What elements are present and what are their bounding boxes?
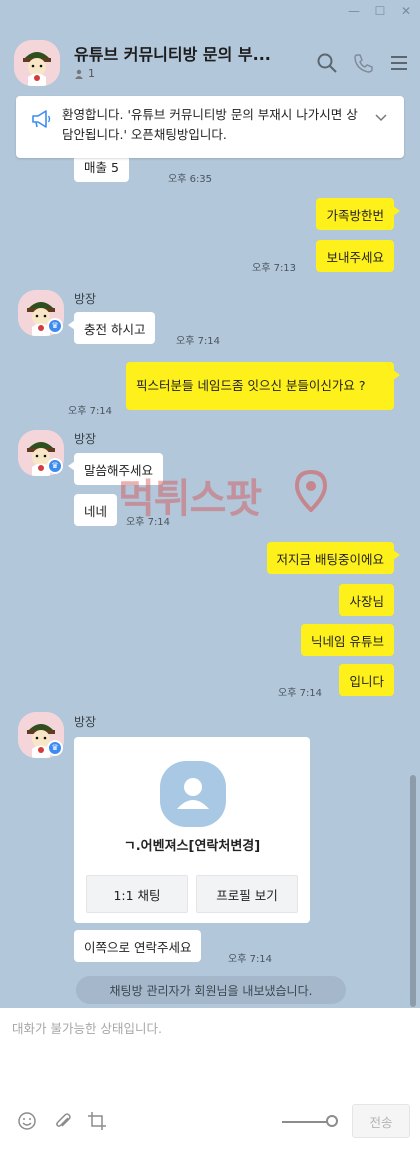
my-message-bubble[interactable]: 사장님 (339, 584, 394, 616)
member-count[interactable]: 1 (74, 67, 95, 80)
person-icon (75, 69, 83, 79)
sender-name: 방장 (74, 432, 97, 446)
owner-crown-icon: ♛ (47, 318, 63, 334)
notice-banner[interactable]: 환영합니다. '유튜브 커뮤니티방 문의 부재시 나가시면 상담안됩니다.' 오… (16, 96, 404, 158)
owner-crown-icon: ♛ (47, 458, 63, 474)
message-text: 저지금 배팅중이에요 (276, 551, 384, 567)
message-text: 가족방한번 (326, 207, 384, 223)
megaphone-icon (30, 108, 52, 130)
message-composer: 전송 (0, 1008, 420, 1149)
message-text: 픽스터분들 네임드좀 잇으신 분들이신가요 ? (136, 378, 366, 393)
chat-header: 유튜브 커뮤니티방 문의 부... 1 (0, 22, 420, 98)
location-pin-icon (294, 469, 328, 513)
capture-icon[interactable] (86, 1110, 108, 1132)
my-message-bubble[interactable]: 저지금 배팅중이에요 (266, 542, 401, 574)
message-time: 오후 7:14 (278, 688, 323, 699)
my-message-bubble[interactable]: 닉네임 유튜브 (301, 624, 394, 656)
maximize-icon[interactable]: ☐ (374, 4, 386, 18)
room-title: 유튜브 커뮤니티방 문의 부... (74, 45, 271, 64)
message-time: 오후 6:35 (168, 174, 213, 185)
message-text: 매출 5 (84, 159, 119, 175)
send-button[interactable]: 전송 (352, 1104, 410, 1138)
sender-name: 방장 (74, 715, 97, 729)
chat-scrollbar[interactable] (410, 775, 416, 1007)
message-text: 닉네임 유튜브 (311, 633, 384, 649)
my-message-bubble[interactable]: 보내주세요 (316, 240, 394, 272)
message-text: 네네 (84, 503, 108, 519)
message-time: 오후 7:14 (176, 336, 221, 347)
room-avatar[interactable] (14, 40, 60, 86)
message-time: 오후 7:14 (228, 954, 273, 965)
message-text: 사장님 (349, 593, 384, 609)
minimize-icon[interactable]: — (348, 4, 360, 18)
my-message-bubble[interactable]: 가족방한번 (316, 198, 400, 230)
system-message: 채팅방 관리자가 회원님을 내보냈습니다. (76, 976, 346, 1004)
one-to-one-chat-button[interactable]: 1:1 채팅 (86, 875, 188, 913)
attach-icon[interactable] (52, 1110, 74, 1132)
message-bubble[interactable]: 이쪽으로 연락주세요 (74, 930, 202, 962)
message-time: 오후 7:13 (252, 263, 297, 274)
close-icon[interactable]: ✕ (400, 4, 412, 18)
view-profile-button[interactable]: 프로필 보기 (196, 875, 298, 913)
character-avatar-icon (14, 40, 60, 86)
call-icon[interactable] (352, 52, 374, 74)
my-message-bubble[interactable]: 픽스터분들 네임드좀 잇으신 분들이신가요 ? (126, 362, 400, 410)
opacity-slider-knob[interactable] (326, 1115, 338, 1127)
watermark: 먹튀스팟 (118, 476, 262, 522)
member-count-value: 1 (88, 67, 95, 80)
message-text: 이쪽으로 연락주세요 (84, 939, 192, 955)
message-text: 보내주세요 (326, 249, 384, 265)
chevron-down-icon[interactable] (374, 110, 388, 124)
message-bubble[interactable]: 네네 (74, 494, 118, 526)
message-text: 충전 하시고 (84, 321, 146, 337)
message-time: 오후 7:14 (68, 406, 113, 417)
profile-name: ㄱ.어벤져스[연락처변경] (123, 839, 261, 854)
owner-crown-icon: ♛ (47, 740, 63, 756)
emoji-icon[interactable] (16, 1110, 38, 1132)
notice-text: 환영합니다. '유튜브 커뮤니티방 문의 부재시 나가시면 상담안됩니다.' 오… (62, 107, 358, 142)
message-bubble[interactable]: 충전 하시고 (67, 312, 156, 344)
search-icon[interactable] (316, 52, 338, 74)
default-profile-icon (160, 761, 226, 827)
window-controls: — ☐ ✕ (348, 4, 412, 18)
profile-card[interactable]: ㄱ.어벤져스[연락처변경] 1:1 채팅 프로필 보기 (74, 737, 310, 923)
menu-icon[interactable] (388, 52, 410, 74)
message-text: 입니다 (349, 673, 384, 689)
message-input[interactable] (12, 1018, 408, 1098)
opacity-slider-track[interactable] (282, 1121, 332, 1123)
my-message-bubble[interactable]: 입니다 (339, 664, 394, 696)
sender-name: 방장 (74, 292, 97, 306)
